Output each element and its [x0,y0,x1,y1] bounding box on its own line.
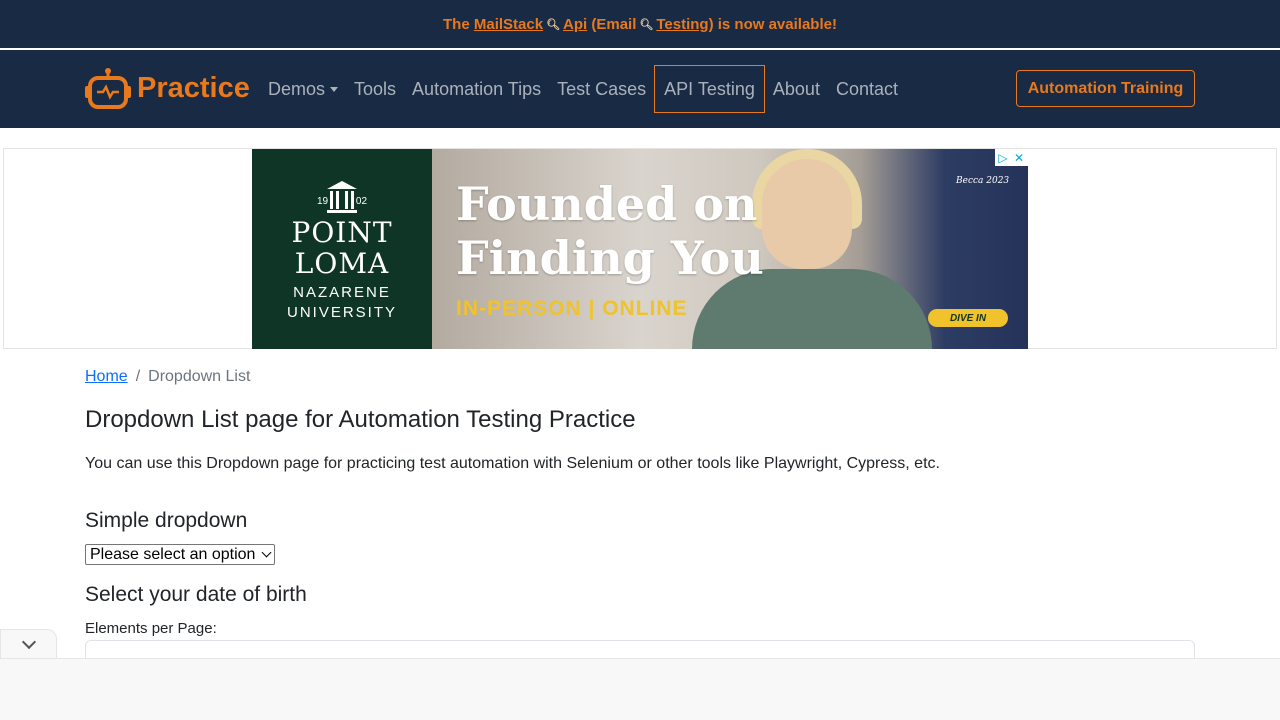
ad-brand-sub: NAZARENE UNIVERSITY [252,283,432,323]
nav-test-cases[interactable]: Test Cases [549,65,654,113]
ad-year: 19 02 [252,196,432,207]
nav-links: Demos Tools Automation Tips Test Cases A… [260,65,906,113]
nav-tools[interactable]: Tools [346,65,404,113]
ad-headline-line1: Founded on [456,177,758,231]
adchoices-icon[interactable]: ▷ [995,149,1011,166]
advertisement-banner[interactable]: 19 02 POINT LOMA NAZARENE UNIVERSITY Fou… [252,149,1028,349]
testing-link[interactable]: Testing) [656,16,713,33]
search-icon: 🔍︎ [546,18,561,31]
ad-dive-in-button[interactable]: DIVE IN [928,309,1008,327]
chevron-down-icon [21,634,36,650]
brand-logo-link[interactable]: Practice [85,67,250,109]
main-navbar: Practice Demos Tools Automation Tips Tes… [0,50,1280,128]
dob-heading: Select your date of birth [85,583,307,606]
close-icon[interactable]: ✕ [1011,149,1027,166]
breadcrumb: Home / Dropdown List [85,368,250,386]
ad-year-right: 02 [355,196,368,207]
mailstack-link[interactable]: MailStack [474,16,543,33]
breadcrumb-home-link[interactable]: Home [85,368,128,386]
nav-api-testing[interactable]: API Testing [654,65,765,113]
page-title: Dropdown List page for Automation Testin… [85,406,636,433]
robot-logo-icon [85,68,131,109]
announcement-bar: The MailStack 🔍︎ Api (Email 🔍︎ Testing) … [0,0,1280,48]
ad-credit: Becca 2023 [956,176,1010,186]
ad-subline: IN-PERSON | ONLINE [456,297,688,320]
collapse-ad-button[interactable] [0,629,57,658]
simple-dropdown-heading: Simple dropdown [85,509,248,532]
nav-contact[interactable]: Contact [828,65,906,113]
breadcrumb-separator: / [135,368,141,385]
ad-brand-panel: 19 02 POINT LOMA NAZARENE UNIVERSITY [252,149,432,349]
automation-training-button[interactable]: Automation Training [1016,70,1195,107]
ad-person-face [762,159,852,269]
search-icon: 🔍︎ [639,18,654,31]
simple-dropdown-select[interactable]: Please select an option [85,544,275,565]
brand-name: Practice [137,71,250,104]
announcement-middle: (Email [591,15,637,33]
nav-automation-tips[interactable]: Automation Tips [404,65,549,113]
ad-brand-main: POINT LOMA [252,217,432,279]
ad-brand-line4: UNIVERSITY [286,304,397,321]
ad-headline: Founded on Finding You [456,177,764,285]
ad-photo-panel: Founded on Finding You IN-PERSON | ONLIN… [432,149,1028,349]
breadcrumb-current: Dropdown List [148,368,251,385]
ad-choices[interactable]: ▷ ✕ [995,149,1028,166]
intro-text: You can use this Dropdown page for pract… [85,455,940,472]
announcement-prefix: The [443,15,470,33]
simple-dropdown-value: Please select an option [90,545,256,563]
ad-brand-line2: LOMA [294,247,390,280]
ad-year-left: 19 [316,196,329,207]
chevron-down-icon [261,547,272,558]
api-link[interactable]: Api [563,16,587,33]
ad-headline-line2: Finding You [456,231,764,285]
caret-down-icon [330,86,339,92]
nav-demos-label: Demos [268,78,326,99]
nav-about[interactable]: About [765,65,828,113]
ad-brand-line3: NAZARENE [293,284,391,301]
announcement-suffix: is now available! [717,15,837,33]
ad-brand-line1: POINT [291,216,393,249]
nav-demos[interactable]: Demos [260,65,346,113]
elements-per-page-label: Elements per Page: [85,620,217,637]
bottom-ad-bar [0,658,1280,720]
